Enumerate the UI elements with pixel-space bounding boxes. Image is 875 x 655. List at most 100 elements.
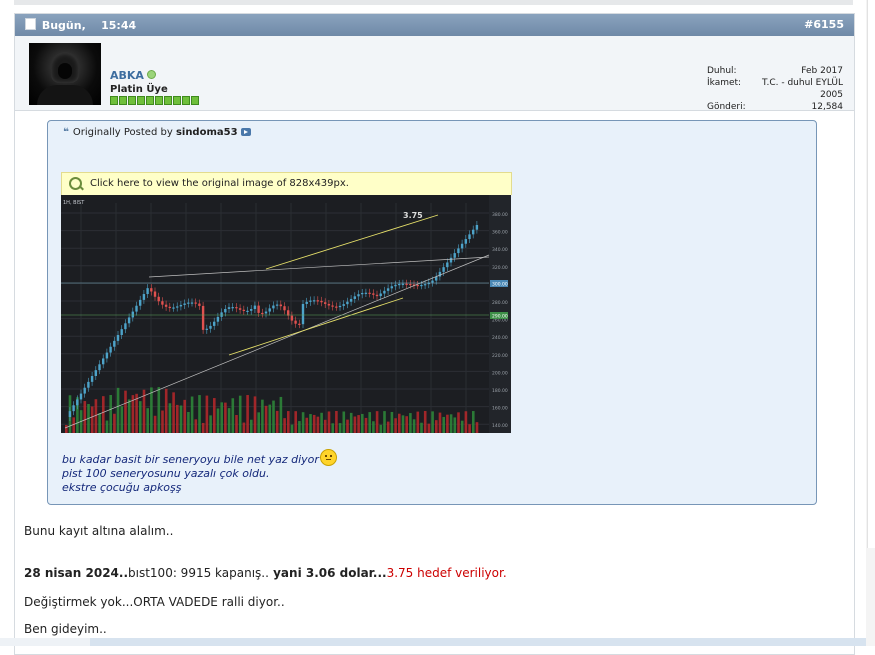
message-line-4: Ben gideyim..: [24, 622, 107, 636]
volume-bar: [420, 422, 423, 433]
avatar[interactable]: [29, 43, 101, 105]
candle-body: [201, 305, 205, 330]
candle-body: [102, 358, 105, 365]
candle-body: [120, 329, 123, 336]
candle-body: [401, 283, 405, 285]
volume-bar: [290, 424, 294, 433]
candle-body: [235, 307, 238, 309]
quote-header: ❝ Originally Posted by sindoma53: [63, 127, 251, 138]
volume-bar: [198, 395, 201, 433]
volume-bar: [183, 399, 186, 433]
post-icon: [25, 18, 36, 30]
candle-body: [194, 302, 197, 304]
message-line-1: Bunu kayıt altına alalım..: [24, 524, 174, 538]
volume-bar: [164, 388, 168, 433]
candle-body: [135, 305, 138, 312]
volume-bar: [327, 411, 331, 433]
candle-body: [472, 229, 475, 235]
y-tick-label: 180.00: [492, 388, 508, 394]
scrollbar-thumb[interactable]: [867, 0, 875, 548]
post-number-link[interactable]: #6155: [804, 18, 844, 31]
rep-block: [173, 96, 181, 105]
info-row-location: İkamet: T.C. - duhul EYLÜL 2005: [707, 78, 843, 100]
confused-smiley-icon: [319, 449, 337, 466]
rep-block: [110, 96, 118, 105]
rep-block: [191, 96, 199, 105]
quote-line-1: bu kadar basit bir seneryoyu bile net ya…: [62, 449, 337, 467]
candle-body: [257, 305, 260, 313]
candle-body: [238, 308, 242, 310]
y-tick-label: 140.00: [492, 423, 508, 429]
volume-bar: [238, 395, 242, 433]
volume-bar: [294, 411, 297, 433]
volume-bar: [442, 416, 445, 433]
y-tick-label: 200.00: [492, 370, 508, 376]
username[interactable]: ABKA: [110, 69, 156, 82]
candle-body: [298, 323, 301, 325]
view-post-icon[interactable]: [240, 128, 251, 136]
chart-header: 1H, BIST: [63, 200, 85, 206]
volume-bar: [253, 396, 257, 433]
volume-bar: [379, 424, 383, 433]
chart-svg: 380.00360.00340.00320.00300.00280.00260.…: [61, 195, 511, 433]
volume-bar: [427, 423, 431, 433]
candle-body: [386, 288, 390, 291]
volume-bar: [283, 418, 286, 433]
volume-bar: [423, 411, 427, 433]
candle-body: [390, 286, 393, 289]
volume-bar: [65, 425, 68, 433]
candle-body: [153, 291, 157, 297]
volume-bar: [468, 424, 471, 433]
candle-body: [90, 376, 94, 382]
reputation-bar: [110, 96, 199, 105]
volume-bar: [457, 412, 460, 433]
candle-body: [150, 288, 153, 292]
volume-bar: [342, 411, 346, 433]
volume-bar: [287, 411, 290, 433]
candle-body: [335, 306, 338, 308]
quote-text: bu kadar basit bir seneryoyu bile net ya…: [62, 449, 337, 495]
volume-bar: [161, 410, 164, 433]
candle-body: [116, 335, 120, 341]
candle-body: [139, 299, 142, 306]
rep-block: [182, 96, 190, 105]
candle-body: [357, 294, 360, 297]
volume-bar: [139, 401, 142, 433]
volume-bar: [364, 417, 368, 433]
rep-block: [146, 96, 154, 105]
page-scrollbar[interactable]: [866, 0, 875, 646]
volume-bar: [227, 408, 231, 433]
volume-bar: [98, 413, 101, 433]
candle-body: [131, 311, 134, 318]
candle-body: [275, 304, 279, 306]
volume-bar: [275, 410, 279, 433]
volume-bar: [172, 392, 175, 433]
avatar-face: [58, 63, 72, 79]
candle-body: [231, 307, 234, 309]
y-tick-label: 240.00: [492, 335, 508, 341]
candle-body: [268, 308, 271, 312]
volume-bar: [346, 419, 349, 433]
image-resize-notice[interactable]: Click here to view the original image of…: [61, 172, 512, 195]
candle-body: [79, 393, 83, 400]
volume-bar: [279, 396, 283, 433]
candle-body: [68, 411, 72, 417]
volume-bar: [464, 411, 468, 433]
volume-bar: [261, 399, 264, 433]
volume-bar: [449, 414, 453, 433]
volume-bar: [113, 413, 116, 433]
candle-body: [246, 310, 249, 312]
volume-bar: [431, 411, 434, 433]
y-tick-label: 220.00: [492, 353, 508, 359]
volume-bar: [187, 411, 190, 433]
volume-bar: [375, 411, 379, 433]
quote-line-2: pist 100 seneryosunu yazalı çok oldu.: [62, 467, 270, 480]
candle-body: [264, 311, 268, 314]
volume-bar: [120, 406, 124, 433]
candle-body: [346, 301, 349, 305]
candle-body: [294, 320, 297, 324]
chart-image[interactable]: 380.00360.00340.00320.00300.00280.00260.…: [61, 195, 511, 433]
rep-block: [164, 96, 172, 105]
candle-body: [316, 300, 319, 302]
volume-bar: [353, 416, 357, 433]
